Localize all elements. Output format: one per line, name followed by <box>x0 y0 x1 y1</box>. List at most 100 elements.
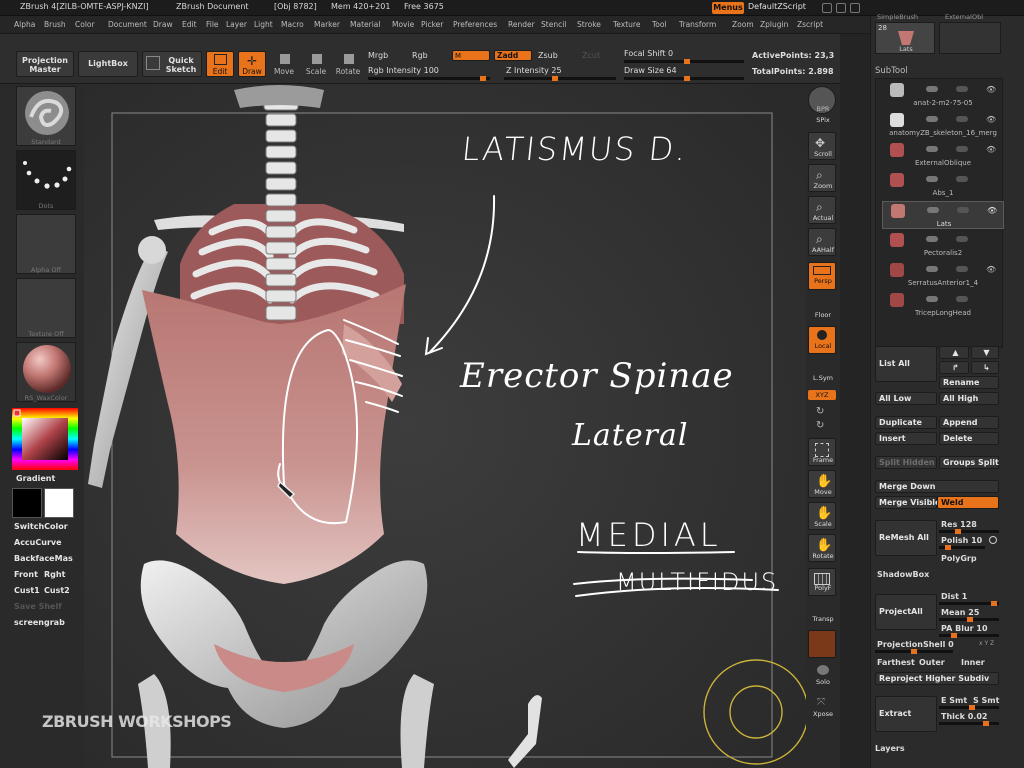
menu-preferences[interactable]: Preferences <box>453 20 497 29</box>
polypaint-toggle[interactable] <box>956 86 968 92</box>
edit-mode-button[interactable]: Edit <box>206 51 234 77</box>
rename-button[interactable]: Rename <box>939 376 999 389</box>
remesh-all-button[interactable]: ReMesh All <box>875 520 937 556</box>
polypaint-toggle[interactable] <box>957 207 969 213</box>
rgb-intensity-slider[interactable] <box>368 76 490 81</box>
scale-mode-button[interactable]: Scale <box>302 51 330 77</box>
insert-button[interactable]: Insert <box>875 432 937 445</box>
material-thumbnail[interactable] <box>16 342 76 402</box>
subtool-header[interactable]: SubTool <box>875 66 908 76</box>
menu-render[interactable]: Render <box>508 20 535 29</box>
delete-button[interactable]: Delete <box>939 432 999 445</box>
front-button[interactable]: Front <box>14 570 38 582</box>
menu-material[interactable]: Material <box>350 20 380 29</box>
visibility-toggle[interactable] <box>926 146 938 152</box>
redo-arrow-button[interactable]: ↱ <box>939 361 969 374</box>
outer-toggle[interactable]: Outer <box>919 658 945 667</box>
secondary-color-swatch[interactable] <box>44 488 74 518</box>
menu-layer[interactable]: Layer <box>226 20 247 29</box>
append-button[interactable]: Append <box>939 416 999 429</box>
default-zscript-button[interactable]: DefaultZScript <box>748 2 806 11</box>
polish-slider[interactable] <box>939 545 985 550</box>
ghost-button[interactable] <box>808 630 836 658</box>
visibility-toggle[interactable] <box>926 86 938 92</box>
undo-arrow-button[interactable]: ↳ <box>971 361 999 374</box>
move-up-button[interactable]: ▲ <box>939 346 969 359</box>
duplicate-button[interactable]: Duplicate <box>875 416 937 429</box>
polypaint-toggle[interactable] <box>956 176 968 182</box>
zcut-toggle[interactable]: Zcut <box>582 51 600 60</box>
eye-icon[interactable]: 👁 <box>986 115 996 124</box>
eye-icon[interactable]: 👁 <box>986 145 996 154</box>
accu-curve-toggle[interactable]: AccuCurve <box>14 538 62 550</box>
menu-stencil[interactable]: Stencil <box>541 20 566 29</box>
switch-color-button[interactable]: SwitchColor <box>14 522 68 534</box>
focal-shift-slider[interactable] <box>624 59 744 64</box>
menu-alpha[interactable]: Alpha <box>14 20 35 29</box>
menus-button[interactable]: Menus <box>712 2 744 14</box>
shadowbox-button[interactable]: ShadowBox <box>877 570 929 579</box>
menu-macro[interactable]: Macro <box>281 20 304 29</box>
menu-zscript[interactable]: Zscript <box>797 20 823 29</box>
menu-light[interactable]: Light <box>254 20 273 29</box>
dist-slider[interactable] <box>939 601 999 606</box>
local-button[interactable]: Local <box>808 326 836 354</box>
draw-size-slider[interactable] <box>624 76 744 81</box>
list-all-button[interactable]: List All <box>875 346 937 382</box>
mean-slider[interactable] <box>939 617 999 622</box>
backface-mask-toggle[interactable]: BackfaceMas <box>14 554 73 566</box>
save-shelf-button[interactable]: Save Shelf <box>14 602 62 614</box>
zsub-toggle[interactable]: Zsub <box>538 51 558 60</box>
menu-movie[interactable]: Movie <box>392 20 414 29</box>
polypaint-toggle[interactable] <box>956 266 968 272</box>
menu-document[interactable]: Document <box>108 20 147 29</box>
rotate-z-icon[interactable]: ↻ <box>816 420 824 431</box>
persp-button[interactable]: Persp <box>808 262 836 290</box>
weld-toggle[interactable]: Weld <box>937 496 999 509</box>
menu-file[interactable]: File <box>206 20 219 29</box>
visibility-toggle[interactable] <box>926 116 938 122</box>
cust1-button[interactable]: Cust1 <box>14 586 40 598</box>
document-canvas[interactable]: LATISMUS D. Erector Spinae Lateral MEDIA… <box>84 84 806 768</box>
projection-shell-slider[interactable] <box>875 649 953 654</box>
merge-down-button[interactable]: Merge Down <box>875 480 999 493</box>
mrgb-toggle[interactable]: Mrgb <box>368 51 388 60</box>
bpr-button[interactable]: BPR <box>808 86 836 114</box>
menu-tool[interactable]: Tool <box>652 20 667 29</box>
floor-button[interactable]: Floor <box>808 294 836 322</box>
project-all-button[interactable]: ProjectAll <box>875 594 937 630</box>
xyz-button[interactable]: XYZ <box>808 390 836 400</box>
cust2-button[interactable]: Cust2 <box>44 586 70 598</box>
xyz-axis-label[interactable]: x Y Z <box>979 640 994 647</box>
xpose-button[interactable]: ⤧ Xpose <box>808 694 836 722</box>
zadd-toggle[interactable]: Zadd <box>494 50 532 61</box>
rotate-y-icon[interactable]: ↻ <box>816 406 824 417</box>
subtool-item[interactable]: 👁 anatomyZB_skeleton_16_merg <box>882 111 1004 139</box>
subtool-item[interactable]: Abs_1 <box>882 171 1004 199</box>
all-low-button[interactable]: All Low <box>875 392 937 405</box>
lsym-label[interactable]: L.Sym <box>806 374 840 382</box>
brush-thumbnail[interactable] <box>16 86 76 146</box>
menu-texture[interactable]: Texture <box>613 20 640 29</box>
res-slider[interactable] <box>939 529 999 534</box>
reproject-higher-subdiv-button[interactable]: Reproject Higher Subdiv <box>875 672 999 685</box>
secondary-tool-thumbnail[interactable] <box>939 22 1001 54</box>
polish-circle-icon[interactable] <box>989 536 997 544</box>
z-intensity-slider[interactable] <box>504 76 616 81</box>
menu-brush[interactable]: Brush <box>44 20 66 29</box>
visibility-toggle[interactable] <box>926 176 938 182</box>
alpha-thumbnail[interactable] <box>16 214 76 274</box>
screengrab-button[interactable]: screengrab <box>14 618 65 630</box>
visibility-toggle[interactable] <box>927 207 939 213</box>
eye-icon[interactable]: 👁 <box>986 265 996 274</box>
split-hidden-button[interactable]: Split Hidden <box>875 456 937 469</box>
color-picker[interactable] <box>12 408 78 470</box>
menu-zplugin[interactable]: Zplugin <box>760 20 788 29</box>
transp-button[interactable]: Transp <box>808 598 836 626</box>
groups-split-button[interactable]: Groups Split <box>939 456 999 469</box>
menu-marker[interactable]: Marker <box>314 20 340 29</box>
smt-slider[interactable] <box>939 705 999 710</box>
subtool-item[interactable]: 👁 anat-2-m2-75-05 <box>882 81 1004 109</box>
main-color-swatch[interactable] <box>12 488 42 518</box>
menu-edit[interactable]: Edit <box>182 20 197 29</box>
